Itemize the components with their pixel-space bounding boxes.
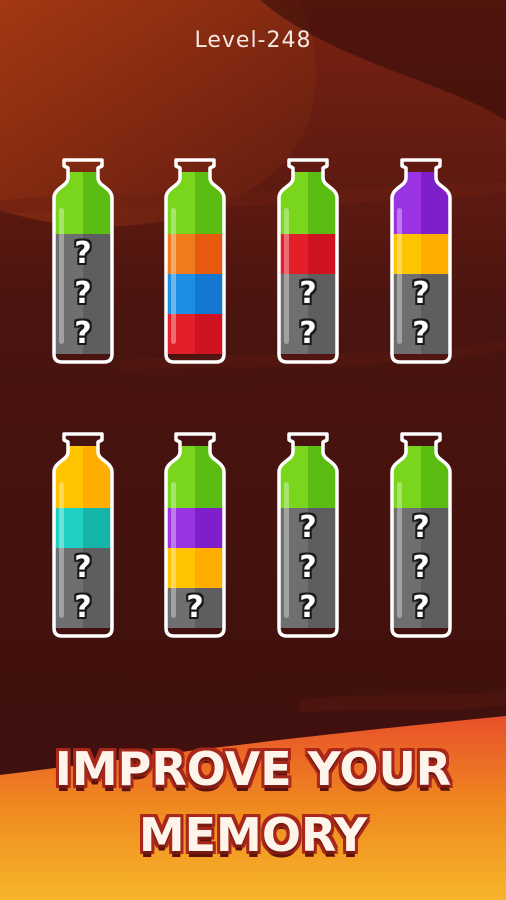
banner-line-1: IMPROVE YOUR xyxy=(54,742,452,796)
level-label: Level-248 xyxy=(194,28,312,53)
hidden-layer-question-icon: ? xyxy=(74,316,92,351)
bottle-6[interactable]: ? xyxy=(162,432,228,638)
hidden-layer-question-icon: ? xyxy=(299,590,317,625)
hidden-layer-question-icon: ? xyxy=(412,316,430,351)
hidden-layer-question-icon: ? xyxy=(74,276,92,311)
glass-highlight xyxy=(171,208,176,344)
hidden-layer-question-icon: ? xyxy=(74,550,92,585)
hidden-layer-question-icon: ? xyxy=(186,590,204,625)
hidden-layer-question-icon: ? xyxy=(412,550,430,585)
bottle-8[interactable]: ??? xyxy=(388,432,454,638)
hidden-layer-question-icon: ? xyxy=(412,590,430,625)
hidden-layer-question-icon: ? xyxy=(299,316,317,351)
banner-line-2: MEMORY xyxy=(138,808,368,862)
hidden-layer-question-icon: ? xyxy=(299,510,317,545)
bottle-1[interactable]: ??? xyxy=(50,158,116,364)
hidden-layer-question-icon: ? xyxy=(412,276,430,311)
bottle-4[interactable]: ?? xyxy=(388,158,454,364)
hidden-layer-question-icon: ? xyxy=(299,276,317,311)
hidden-layer-question-icon: ? xyxy=(74,236,92,271)
bottle-glass xyxy=(164,158,226,364)
hidden-layer-question-icon: ? xyxy=(412,510,430,545)
bottle-5[interactable]: ?? xyxy=(50,432,116,638)
hidden-layer-question-icon: ? xyxy=(74,590,92,625)
hidden-layer-question-icon: ? xyxy=(299,550,317,585)
bottle-3[interactable]: ?? xyxy=(275,158,341,364)
bottle-2[interactable] xyxy=(162,158,228,364)
bottle-7[interactable]: ??? xyxy=(275,432,341,638)
